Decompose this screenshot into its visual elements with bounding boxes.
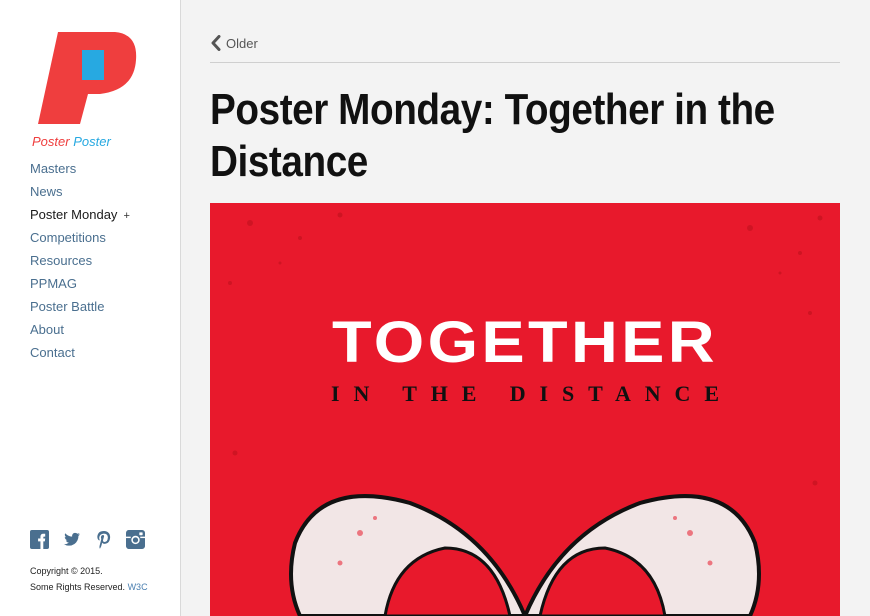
- pinterest-icon[interactable]: [94, 530, 113, 549]
- older-label: Older: [226, 35, 258, 51]
- chevron-left-icon: [211, 35, 221, 51]
- copyright-text: Copyright © 2015.: [30, 566, 103, 576]
- nav-label: News: [30, 184, 63, 199]
- social-links: [30, 530, 145, 549]
- nav-item-ppmag[interactable]: PPMAG: [30, 275, 130, 298]
- main-nav: Masters News Poster Monday + Competitions…: [30, 160, 130, 367]
- logo-wordmark[interactable]: Poster Poster: [32, 134, 111, 149]
- divider: [210, 62, 840, 63]
- nav-label: Masters: [30, 161, 77, 176]
- expand-icon[interactable]: +: [123, 210, 129, 222]
- nav-item-resources[interactable]: Resources: [30, 252, 130, 275]
- nav-item-poster-battle[interactable]: Poster Battle: [30, 298, 130, 321]
- nav-item-about[interactable]: About: [30, 321, 130, 344]
- rights-text: Some Rights Reserved.: [30, 582, 126, 592]
- nav-item-masters[interactable]: Masters: [30, 160, 130, 183]
- nav-item-poster-monday[interactable]: Poster Monday +: [30, 206, 130, 229]
- nav-label: About: [30, 322, 64, 337]
- w3c-link[interactable]: W3C: [128, 582, 148, 592]
- post-title: Poster Monday: Together in the Distance: [210, 85, 775, 186]
- logo-word-1: Poster: [32, 134, 70, 149]
- poster-headline: TOGETHER: [332, 310, 718, 375]
- nav-item-contact[interactable]: Contact: [30, 344, 130, 367]
- instagram-icon[interactable]: [126, 530, 145, 549]
- copyright: Copyright © 2015. Some Rights Reserved. …: [30, 563, 148, 595]
- nav-label: PPMAG: [30, 276, 77, 291]
- poster-image: TOGETHER IN THE DISTANCE: [210, 203, 840, 616]
- poster-poster-logo[interactable]: [30, 30, 140, 150]
- facebook-icon[interactable]: [30, 530, 49, 549]
- nav-item-news[interactable]: News: [30, 183, 130, 206]
- nav-label: Poster Monday: [30, 207, 118, 222]
- older-post-link[interactable]: Older: [210, 33, 258, 53]
- twitter-icon[interactable]: [62, 530, 81, 549]
- sidebar: Poster Poster Masters News Poster Monday…: [0, 0, 181, 616]
- nav-label: Contact: [30, 345, 75, 360]
- rights-line: Some Rights Reserved. W3C: [30, 579, 148, 595]
- nav-label: Poster Battle: [30, 299, 105, 314]
- nav-label: Resources: [30, 253, 93, 268]
- logo-word-2: Poster: [73, 134, 111, 149]
- nav-item-competitions[interactable]: Competitions: [30, 229, 130, 252]
- nav-label: Competitions: [30, 230, 106, 245]
